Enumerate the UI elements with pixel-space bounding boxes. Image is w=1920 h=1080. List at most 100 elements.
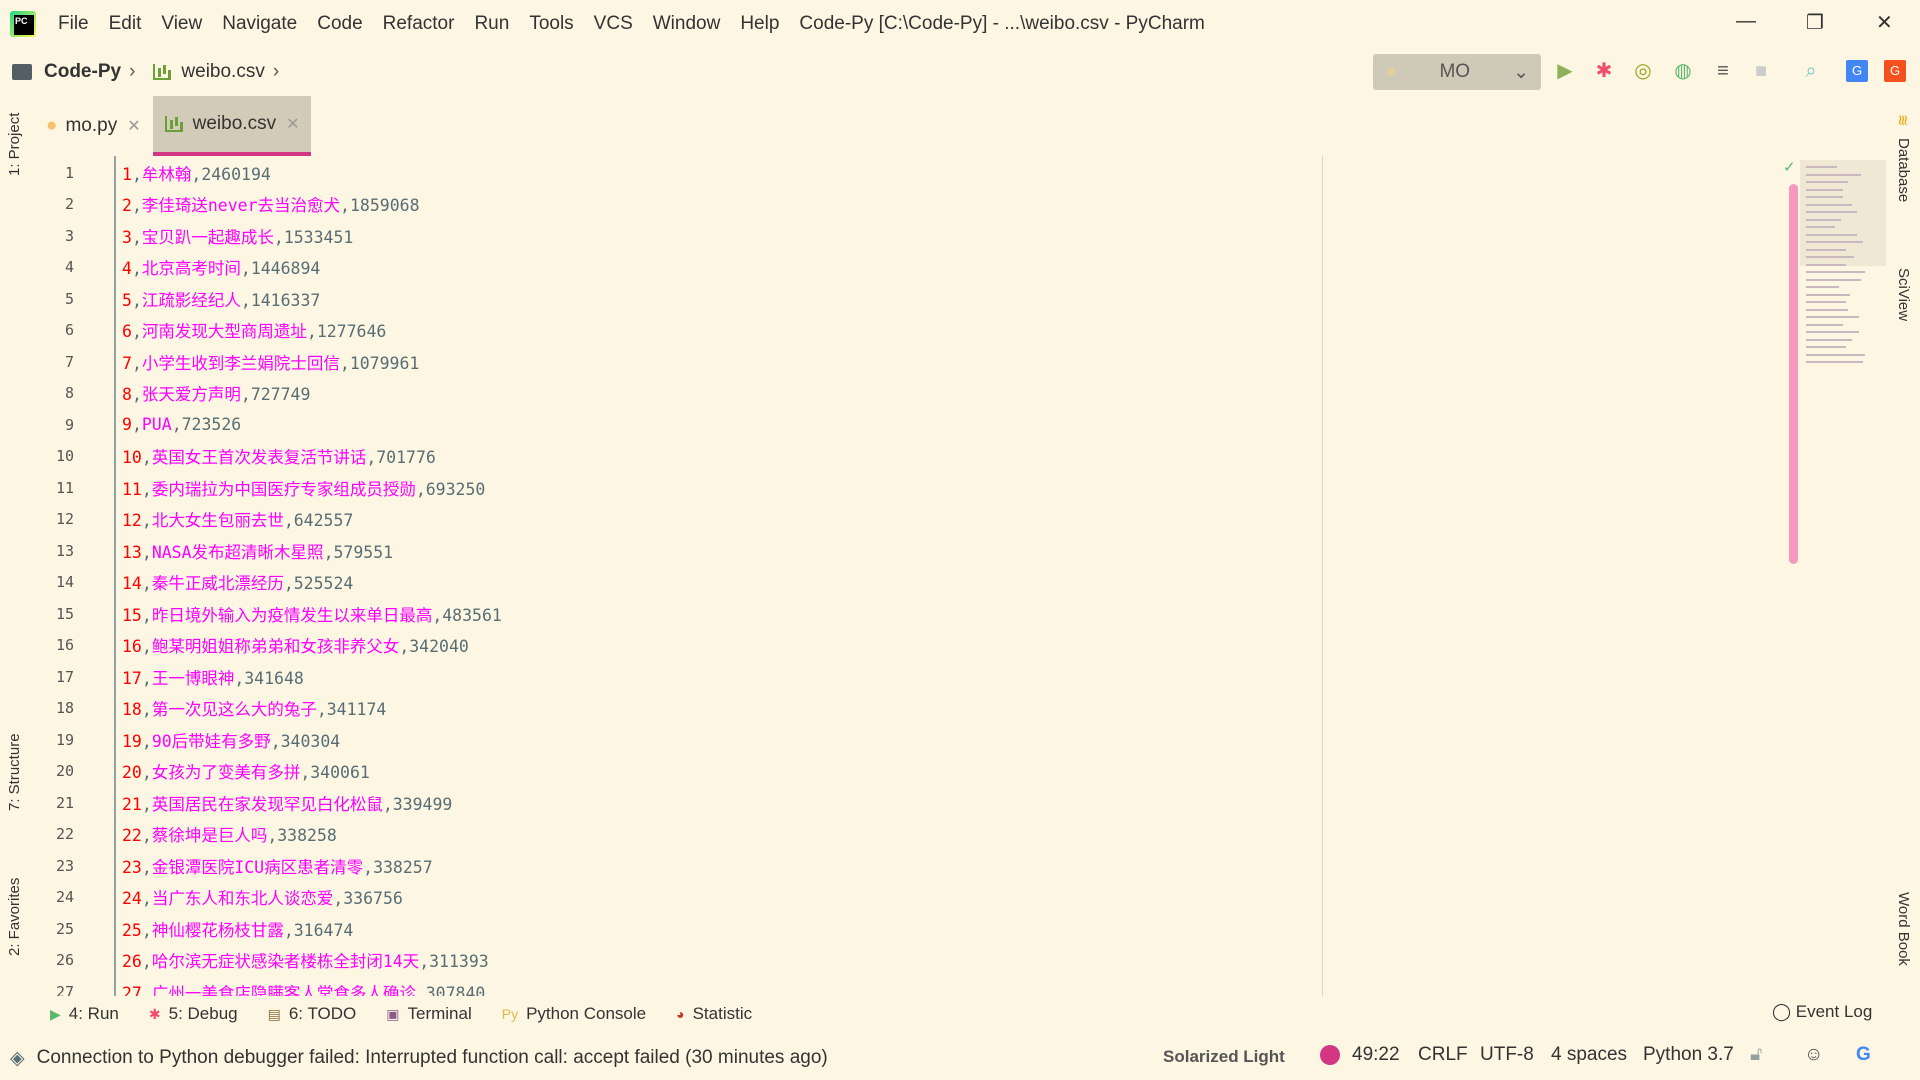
- sciview-panel-tab[interactable]: SciView: [1895, 268, 1912, 321]
- code-line[interactable]: 9 9,PUA,723526: [34, 409, 241, 441]
- google-icon[interactable]: G: [1856, 1044, 1871, 1066]
- comma: ,: [131, 415, 142, 435]
- translate-icon[interactable]: G: [1846, 60, 1868, 82]
- debug-button[interactable]: ✱: [1593, 60, 1615, 82]
- menu-refactor[interactable]: Refactor: [383, 13, 455, 35]
- restore-button[interactable]: ❐: [1806, 10, 1824, 35]
- code-line[interactable]: 18 18,第一次见这么大的兔子,341174: [34, 693, 386, 725]
- status-message[interactable]: Connection to Python debugger failed: In…: [37, 1047, 828, 1069]
- tool-tab--run[interactable]: ▶ 4: Run: [50, 1004, 119, 1024]
- code-line[interactable]: 21 21,英国居民在家发现罕见白化松鼠,339499: [34, 787, 452, 819]
- code-line[interactable]: 13 13,NASA发布超清晰木星照,579551: [34, 535, 393, 567]
- tab-weibo-csv[interactable]: weibo.csv ✕: [152, 96, 312, 156]
- code-line[interactable]: 14 14,秦牛正威北漂经历,525524: [34, 567, 353, 599]
- close-icon[interactable]: ✕: [127, 116, 140, 136]
- code-editor[interactable]: 1 1,牟林翰,2460194 2 2,李佳琦送never去当治愈犬,1859068 3…: [34, 156, 1884, 996]
- minimap-line: [1806, 293, 1850, 296]
- indent-setting[interactable]: 4 spaces: [1551, 1044, 1627, 1066]
- line-number: 9: [64, 415, 74, 434]
- code-line[interactable]: 22 22,蔡徐坤是巨人吗,338258: [34, 819, 337, 851]
- code-line[interactable]: 8 8,张天爱方声明,727749: [34, 378, 310, 410]
- editor-scrollbar[interactable]: [1789, 184, 1798, 564]
- unlock-icon[interactable]: 🔓︎: [1750, 1044, 1762, 1066]
- concurrency-button[interactable]: ≡: [1712, 60, 1734, 82]
- rank-field: 16: [122, 637, 142, 657]
- minimap-line: [1806, 308, 1848, 311]
- tool-tab-terminal[interactable]: ▣ Terminal: [386, 1004, 471, 1024]
- breadcrumb-project[interactable]: Code-Py: [44, 61, 121, 83]
- code-line[interactable]: 25 25,神仙樱花杨枝甘露,316474: [34, 913, 353, 945]
- minimap-line: [1806, 203, 1853, 206]
- inspector-icon[interactable]: ☺: [1804, 1044, 1823, 1066]
- minimap[interactable]: [1800, 160, 1886, 363]
- record-indicator-icon: [1320, 1045, 1340, 1065]
- menu-run[interactable]: Run: [474, 13, 509, 35]
- gutter-divider: [114, 156, 116, 996]
- comma: ,: [415, 479, 426, 499]
- theme-indicator[interactable]: Solarized Light: [1163, 1047, 1285, 1067]
- comma: ,: [191, 164, 202, 184]
- code-line[interactable]: 6 6,河南发现大型商周遗址,1277646: [34, 315, 386, 347]
- code-line[interactable]: 17 17,王一博眼神,341648: [34, 661, 304, 693]
- menu-vcs[interactable]: VCS: [594, 13, 633, 35]
- menu-code[interactable]: Code: [317, 13, 362, 35]
- event-log-button[interactable]: ◯ Event Log: [1772, 1002, 1872, 1022]
- search-icon[interactable]: ⌕: [1800, 60, 1822, 82]
- code-line[interactable]: 15 15,昨日境外输入为疫情发生以来单日最高,483561: [34, 598, 502, 630]
- menu-view[interactable]: View: [161, 13, 202, 35]
- menu-file[interactable]: File: [58, 13, 89, 35]
- code-line[interactable]: 4 4,北京高考时间,1446894: [34, 252, 320, 284]
- minimize-button[interactable]: —: [1736, 10, 1756, 33]
- project-panel-tab[interactable]: 1: Project: [6, 113, 23, 176]
- translate-alt-icon[interactable]: G: [1884, 60, 1906, 82]
- run-button[interactable]: ▶: [1554, 60, 1576, 82]
- database-icon: ≋: [1894, 114, 1911, 127]
- stop-button[interactable]: ■: [1750, 60, 1772, 82]
- favorites-panel-tab[interactable]: 2: Favorites: [6, 878, 23, 956]
- tool-tab--debug[interactable]: ✱ 5: Debug: [149, 1004, 238, 1024]
- line-number: 7: [64, 352, 74, 371]
- wordbook-panel-tab[interactable]: Word Book: [1895, 892, 1912, 966]
- code-line[interactable]: 12 12,北大女生包丽去世,642557: [34, 504, 353, 536]
- menu-edit[interactable]: Edit: [109, 13, 142, 35]
- file-encoding[interactable]: UTF-8: [1480, 1044, 1534, 1066]
- code-line[interactable]: 16 16,鲍某明姐姐称弟弟和女孩非养父女,342040: [34, 630, 469, 662]
- database-panel-tab[interactable]: Database: [1895, 138, 1912, 202]
- profile-button[interactable]: ◍: [1672, 60, 1694, 82]
- code-line[interactable]: 23 23,金银潭医院ICU病区患者清零,338257: [34, 850, 433, 882]
- code-line[interactable]: 5 5,江疏影经纪人,1416337: [34, 283, 320, 315]
- comma: ,: [131, 353, 142, 373]
- run-coverage-button[interactable]: ◎: [1632, 60, 1654, 82]
- code-line[interactable]: 10 10,英国女王首次发表复活节讲话,701776: [34, 441, 436, 473]
- python-interpreter[interactable]: Python 3.7: [1643, 1044, 1734, 1066]
- code-line[interactable]: 3 3,宝贝趴一起趣成长,1533451: [34, 220, 353, 252]
- code-line[interactable]: 26 26,哈尔滨无症状感染者楼栋全封闭14天,311393: [34, 945, 489, 977]
- tab-mo-py[interactable]: ● mo.py ✕: [34, 96, 153, 156]
- menu-tools[interactable]: Tools: [529, 13, 573, 35]
- code-line[interactable]: 20 20,女孩为了变美有多拼,340061: [34, 756, 370, 788]
- tool-tab-statistic[interactable]: ◕ Statistic: [676, 1004, 752, 1024]
- chevron-down-icon: ⌄: [1513, 61, 1529, 83]
- menu-help[interactable]: Help: [740, 13, 779, 35]
- code-line[interactable]: 1 1,牟林翰,2460194: [34, 157, 271, 189]
- code-line[interactable]: 19 19,90后带娃有多野,340304: [34, 724, 340, 756]
- tool-tab--todo[interactable]: ▤ 6: TODO: [268, 1004, 357, 1024]
- code-line[interactable]: 24 24,当广东人和东北人谈恋爱,336756: [34, 882, 403, 914]
- line-separator[interactable]: CRLF: [1418, 1044, 1468, 1066]
- run-config-dropdown[interactable]: ● MO ⌄: [1373, 54, 1541, 90]
- code-line[interactable]: 7 7,小学生收到李兰娟院士回信,1079961: [34, 346, 419, 378]
- code-line[interactable]: 27 27,广州一美食店隐瞒客人堂食多人确诊,307840: [34, 976, 485, 996]
- title-field: 河南发现大型商周遗址: [141, 322, 307, 342]
- tool-tab-python-console[interactable]: Py Python Console: [502, 1004, 646, 1024]
- menu-window[interactable]: Window: [653, 13, 721, 35]
- rank-field: 4: [122, 259, 132, 279]
- breadcrumb-file[interactable]: weibo.csv: [181, 61, 264, 83]
- code-line[interactable]: 2 2,李佳琦送never去当治愈犬,1859068: [34, 189, 420, 221]
- title-field: 英国女王首次发表复活节讲话: [151, 448, 367, 468]
- caret-position[interactable]: 49:22: [1352, 1044, 1400, 1066]
- structure-panel-tab[interactable]: 7: Structure: [6, 733, 23, 811]
- close-window-button[interactable]: ✕: [1876, 10, 1893, 35]
- code-line[interactable]: 11 11,委内瑞拉为中国医疗专家组成员授勋,693250: [34, 472, 485, 504]
- close-icon[interactable]: ✕: [286, 114, 299, 134]
- menu-navigate[interactable]: Navigate: [222, 13, 297, 35]
